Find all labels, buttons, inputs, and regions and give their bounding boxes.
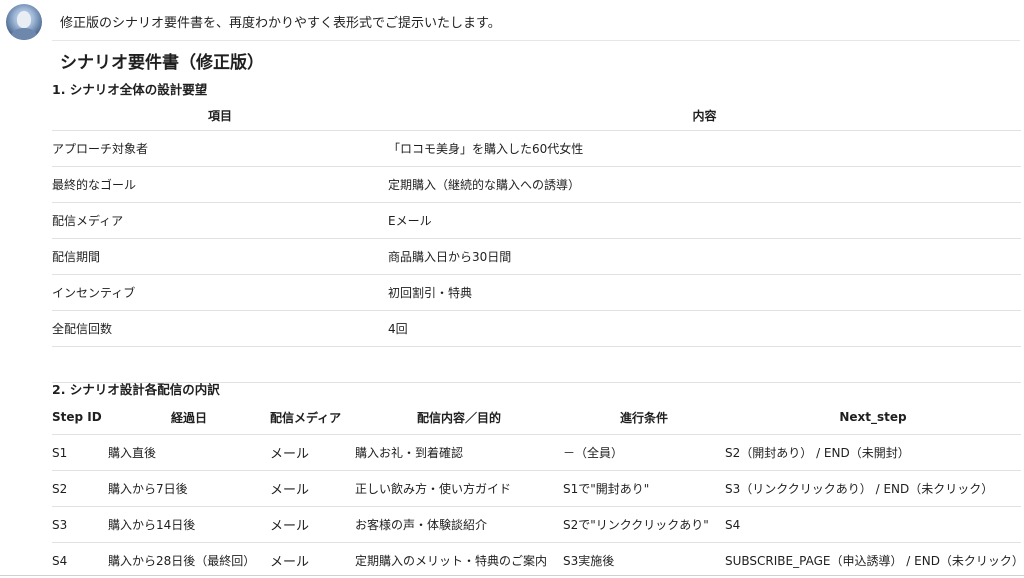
section2-title: 2. シナリオ設計各配信の内訳 <box>52 379 220 398</box>
table-row: 全配信回数 4回 <box>52 311 1021 347</box>
steps-table: Step ID 経過日 配信メディア 配信内容／目的 進行条件 Next_ste… <box>52 400 1021 578</box>
overview-header-item: 項目 <box>52 100 388 131</box>
steps-header-step-id: Step ID <box>52 400 108 435</box>
step-elapsed: 購入から7日後 <box>108 471 270 507</box>
assistant-intro-text: 修正版のシナリオ要件書を、再度わかりやすく表形式でご提示いたします。 <box>60 12 501 31</box>
step-media: メール <box>270 435 355 471</box>
table-row: S1 購入直後 メール 購入お礼・到着確認 －（全員） S2（開封あり） / E… <box>52 435 1021 471</box>
step-next: S4 <box>725 507 1021 543</box>
table-row: インセンティブ 初回割引・特典 <box>52 275 1021 311</box>
overview-header-row: 項目 内容 <box>52 100 1021 131</box>
step-media: メール <box>270 507 355 543</box>
intro-divider <box>52 40 1020 41</box>
assistant-avatar <box>6 4 42 40</box>
steps-header-elapsed: 経過日 <box>108 400 270 435</box>
table-row: S2 購入から7日後 メール 正しい飲み方・使い方ガイド S1で"開封あり" S… <box>52 471 1021 507</box>
step-next: SUBSCRIBE_PAGE（申込誘導） / END（未クリック） <box>725 543 1021 578</box>
overview-spacer-cell <box>388 347 1021 383</box>
avatar-body-shape <box>11 28 37 40</box>
step-condition: －（全員） <box>563 435 725 471</box>
overview-table: 項目 内容 アプローチ対象者 「ロコモ美身」を購入した60代女性 最終的なゴール… <box>52 100 1021 383</box>
step-content: 定期購入のメリット・特典のご案内 <box>355 543 563 578</box>
step-next: S3（リンククリックあり） / END（未クリック） <box>725 471 1021 507</box>
overview-key: インセンティブ <box>52 275 388 311</box>
step-media: メール <box>270 471 355 507</box>
overview-key: 配信メディア <box>52 203 388 239</box>
steps-header-row: Step ID 経過日 配信メディア 配信内容／目的 進行条件 Next_ste… <box>52 400 1021 435</box>
overview-key: 全配信回数 <box>52 311 388 347</box>
step-condition: S1で"開封あり" <box>563 471 725 507</box>
step-id: S1 <box>52 435 108 471</box>
table-row: S3 購入から14日後 メール お客様の声・体験談紹介 S2で"リンククリックあ… <box>52 507 1021 543</box>
step-elapsed: 購入から28日後（最終回） <box>108 543 270 578</box>
step-content: お客様の声・体験談紹介 <box>355 507 563 543</box>
overview-value: 「ロコモ美身」を購入した60代女性 <box>388 131 1021 167</box>
step-elapsed: 購入直後 <box>108 435 270 471</box>
steps-header-media: 配信メディア <box>270 400 355 435</box>
overview-value: Eメール <box>388 203 1021 239</box>
table-row: 最終的なゴール 定期購入（継続的な購入への誘導） <box>52 167 1021 203</box>
step-elapsed: 購入から14日後 <box>108 507 270 543</box>
overview-spacer-cell <box>52 347 388 383</box>
overview-value: 4回 <box>388 311 1021 347</box>
step-condition: S2で"リンククリックあり" <box>563 507 725 543</box>
overview-value: 商品購入日から30日間 <box>388 239 1021 275</box>
avatar-face-shape <box>17 11 31 28</box>
step-next: S2（開封あり） / END（未開封） <box>725 435 1021 471</box>
step-media: メール <box>270 543 355 578</box>
overview-value: 定期購入（継続的な購入への誘導） <box>388 167 1021 203</box>
table-row: 配信期間 商品購入日から30日間 <box>52 239 1021 275</box>
steps-header-condition: 進行条件 <box>563 400 725 435</box>
table-row-spacer <box>52 347 1021 383</box>
overview-value: 初回割引・特典 <box>388 275 1021 311</box>
overview-key: アプローチ対象者 <box>52 131 388 167</box>
step-condition: S3実施後 <box>563 543 725 578</box>
overview-header-content: 内容 <box>388 100 1021 131</box>
step-id: S4 <box>52 543 108 578</box>
section1-title: 1. シナリオ全体の設計要望 <box>52 79 207 98</box>
step-content: 購入お礼・到着確認 <box>355 435 563 471</box>
steps-header-next-step: Next_step <box>725 400 1021 435</box>
steps-header-content: 配信内容／目的 <box>355 400 563 435</box>
table-row: アプローチ対象者 「ロコモ美身」を購入した60代女性 <box>52 131 1021 167</box>
step-content: 正しい飲み方・使い方ガイド <box>355 471 563 507</box>
overview-key: 配信期間 <box>52 239 388 275</box>
table-row: S4 購入から28日後（最終回） メール 定期購入のメリット・特典のご案内 S3… <box>52 543 1021 578</box>
step-id: S2 <box>52 471 108 507</box>
document-title: シナリオ要件書（修正版） <box>60 48 264 73</box>
table-row: 配信メディア Eメール <box>52 203 1021 239</box>
overview-key: 最終的なゴール <box>52 167 388 203</box>
step-id: S3 <box>52 507 108 543</box>
